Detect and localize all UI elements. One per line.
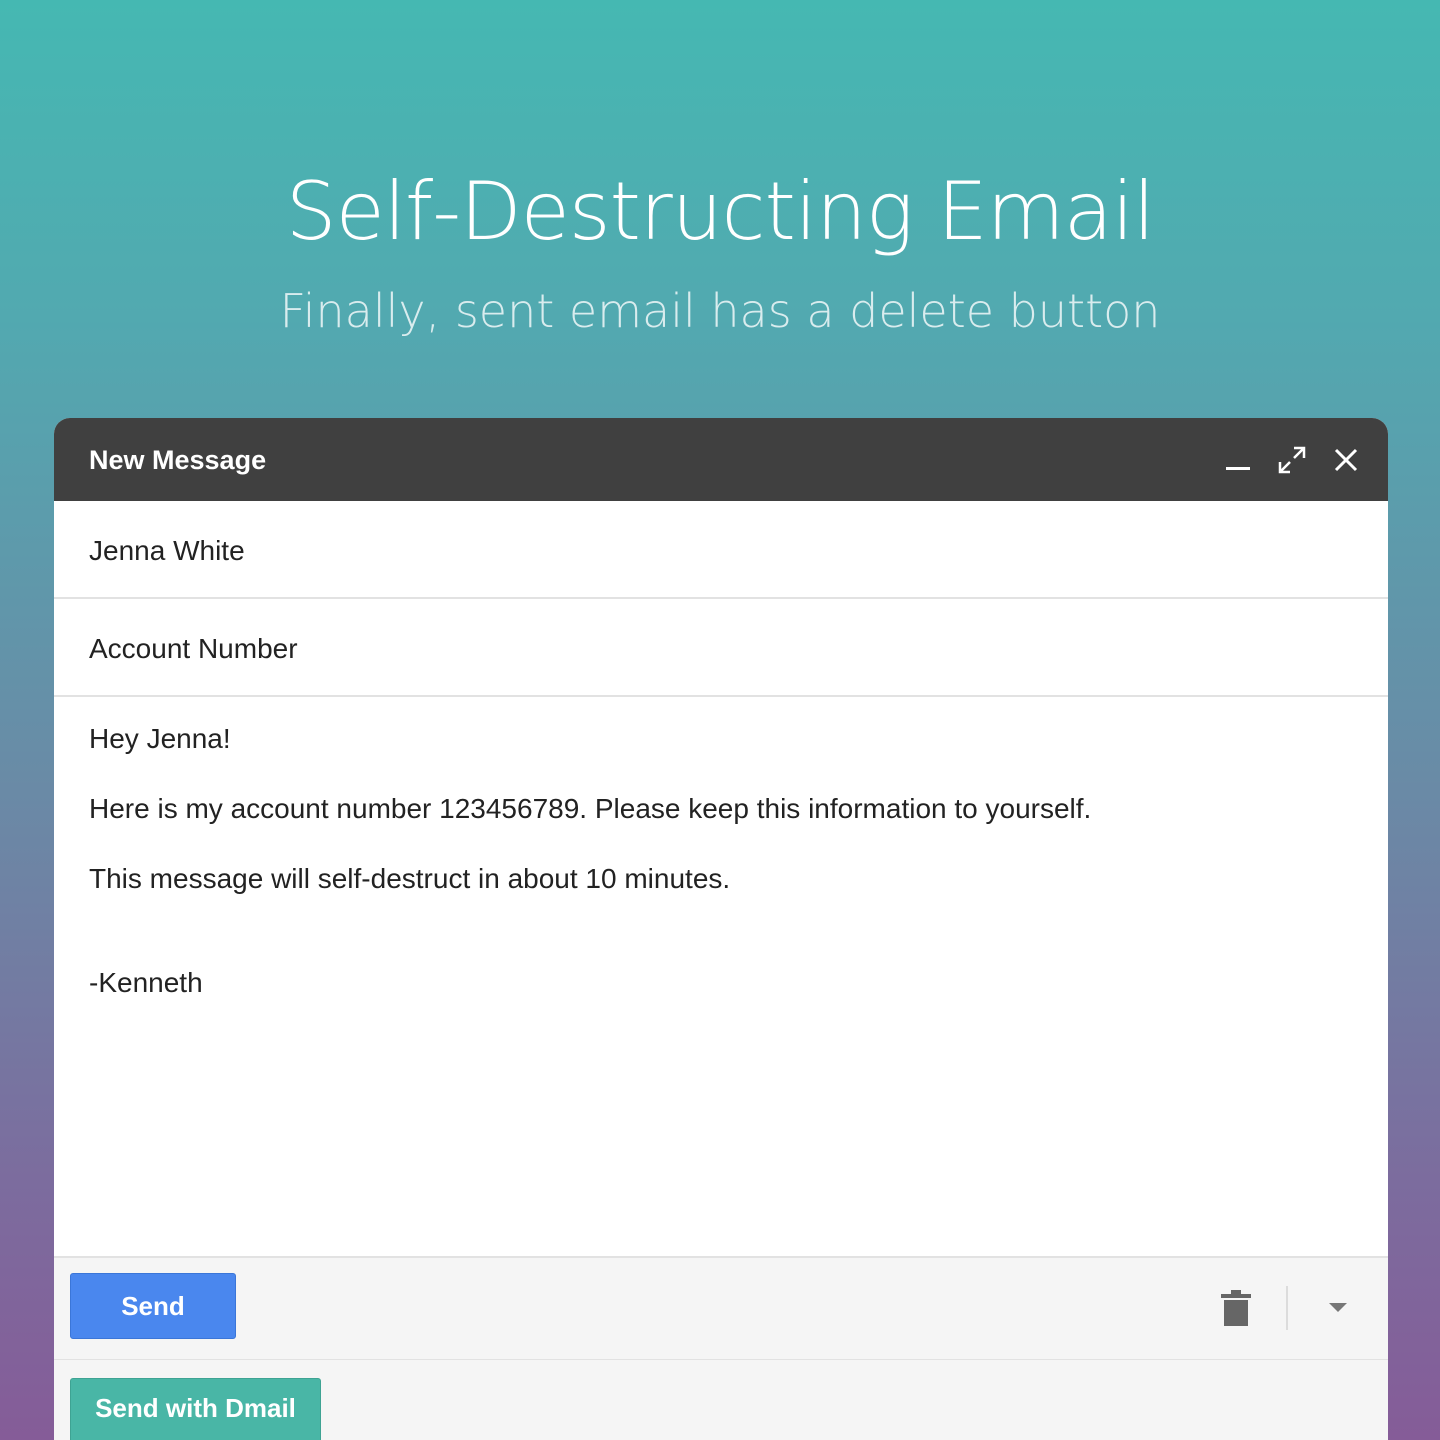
minimize-icon[interactable]: [1218, 442, 1258, 478]
subject-field-row: Account Number: [54, 599, 1388, 697]
dmail-bar: Send with Dmail: [54, 1360, 1388, 1440]
trash-icon[interactable]: [1218, 1288, 1254, 1328]
to-field[interactable]: Jenna White: [89, 533, 245, 569]
compose-header: New Message: [54, 418, 1388, 501]
compose-window: New Message Jenna White Account Number H…: [54, 418, 1388, 1440]
dropdown-arrow-icon[interactable]: [1322, 1294, 1354, 1322]
to-field-row: Jenna White: [54, 501, 1388, 599]
body-line-signature: -Kenneth: [89, 967, 203, 998]
message-body[interactable]: Hey Jenna! Here is my account number 123…: [54, 697, 1388, 1255]
expand-icon[interactable]: [1272, 442, 1312, 478]
body-line-account: Here is my account number 123456789. Ple…: [89, 793, 1092, 824]
send-button[interactable]: Send: [70, 1273, 236, 1339]
close-icon[interactable]: [1326, 442, 1366, 478]
compose-title: New Message: [89, 445, 267, 475]
body-line-notice: This message will self-destruct in about…: [89, 863, 731, 894]
hero-subtitle: Finally, sent email has a delete button: [279, 284, 1161, 338]
hero-title: Self-Destructing Email: [285, 165, 1155, 258]
compose-toolbar: Send: [54, 1256, 1388, 1361]
window-controls: [1204, 442, 1366, 478]
toolbar-divider: [1286, 1286, 1288, 1330]
send-with-dmail-button[interactable]: Send with Dmail: [70, 1378, 321, 1440]
subject-field[interactable]: Account Number: [89, 631, 298, 667]
body-line-greeting: Hey Jenna!: [89, 723, 231, 754]
